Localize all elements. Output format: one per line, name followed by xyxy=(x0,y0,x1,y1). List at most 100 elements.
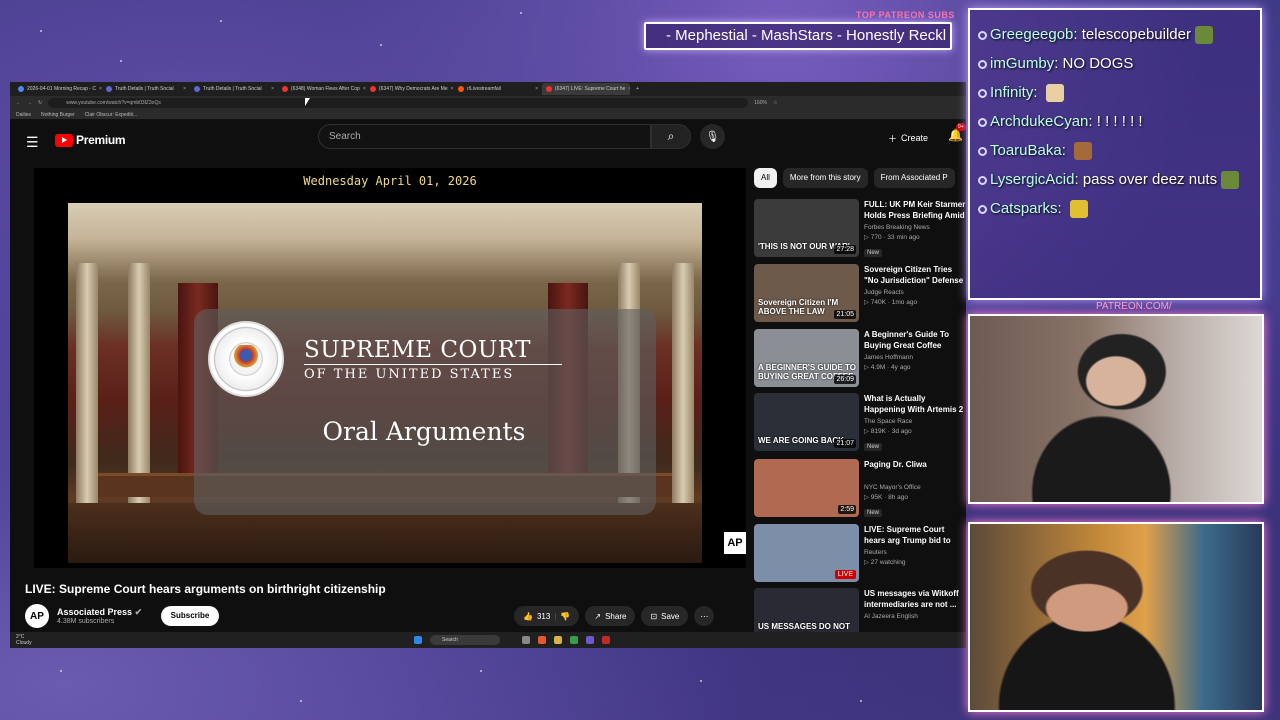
video-thumbnail[interactable]: WE ARE GOING BACK 21:07 xyxy=(754,393,859,451)
filter-chip[interactable]: All xyxy=(754,168,777,188)
recommended-meta: ▷ 770 · 33 min ago xyxy=(864,234,920,241)
filter-chip[interactable]: From Associated P xyxy=(873,168,955,188)
notification-badge: 9+ xyxy=(956,123,966,131)
recommended-video[interactable]: 'THIS IS NOT OUR WAR' 27:28 FULL: UK PM Ke… xyxy=(754,199,966,259)
recommended-title[interactable]: US messages via Witkoff intermediaries a… xyxy=(864,588,966,610)
folder-icon[interactable] xyxy=(554,636,562,644)
recommended-channel[interactable]: NYC Mayor's Office xyxy=(864,484,966,491)
voice-search-button[interactable]: 🎙 xyxy=(700,124,725,149)
windows-start-icon[interactable] xyxy=(414,636,422,644)
thumbs-down-icon[interactable]: 👎 xyxy=(560,612,570,621)
close-tab-icon[interactable]: × xyxy=(183,86,186,92)
verified-icon: ✔ xyxy=(134,607,143,617)
discord-icon[interactable] xyxy=(586,636,594,644)
video-thumbnail[interactable]: 'THIS IS NOT OUR WAR' 27:28 xyxy=(754,199,859,257)
recommended-channel[interactable]: Reuters xyxy=(864,549,966,556)
app-icon[interactable] xyxy=(570,636,578,644)
recommended-title[interactable]: Paging Dr. Cliwa xyxy=(864,459,966,481)
firefox-icon[interactable] xyxy=(538,636,546,644)
video-actions: 👍 313 | 👎 ↗ Share ⊡ Save ⋯ xyxy=(514,606,715,626)
chat-username[interactable]: Catsparks xyxy=(990,200,1058,217)
stream-chat: Greegeegob: telescopebuilder imGumby: NO … xyxy=(968,8,1262,300)
save-button[interactable]: ⊡ Save xyxy=(641,606,689,626)
video-thumbnail[interactable]: 2:59 xyxy=(754,459,859,517)
recommended-title[interactable]: Sovereign Citizen Tries "No Jurisdiction… xyxy=(864,264,966,286)
chat-username[interactable]: LysergicAcid xyxy=(990,171,1074,188)
logo-text: Premium xyxy=(76,133,126,147)
forward-icon[interactable]: → xyxy=(27,100,32,106)
recommended-channel[interactable]: James Hoffmann xyxy=(864,354,966,361)
weather-widget[interactable]: 2°C Cloudy xyxy=(16,634,32,646)
taskview-icon[interactable] xyxy=(522,636,530,644)
chat-username[interactable]: ToaruBaka xyxy=(990,142,1062,159)
taskbar-search[interactable]: Search xyxy=(430,635,500,645)
video-thumbnail[interactable]: A BEGINNER'S GUIDE TO BUYING GREAT COFFE… xyxy=(754,329,859,387)
obs-icon[interactable] xyxy=(602,636,610,644)
chat-username[interactable]: ArchdukeCyan xyxy=(990,113,1088,130)
video-thumbnail[interactable]: Sovereign Citizen I'M ABOVE THE LAW 21:05 xyxy=(754,264,859,322)
menu-icon[interactable]: ☰ xyxy=(26,134,39,151)
browser-tab[interactable]: r/Livestreamfail × xyxy=(454,83,542,95)
filter-chip[interactable]: More from this story xyxy=(782,168,868,188)
search-button[interactable]: ⌕ xyxy=(651,124,691,149)
video-thumbnail[interactable]: LIVE xyxy=(754,524,859,582)
close-tab-icon[interactable]: × xyxy=(271,86,274,92)
subscribe-button[interactable]: Subscribe xyxy=(161,606,219,626)
browser-tab[interactable]: 2026-04-01 Morning Recap - C × xyxy=(14,83,102,95)
duration-badge: 2:59 xyxy=(838,505,856,514)
browser-tab[interactable]: (6347) Why Democrats Are Me × xyxy=(366,83,454,95)
browser-tab[interactable]: (6347) LIVE: Supreme Court he × xyxy=(542,83,630,95)
browser-tab[interactable]: (6348) Woman Flees After Cop × xyxy=(278,83,366,95)
zoom-level[interactable]: 160% xyxy=(754,100,767,106)
recommended-title[interactable]: What is Actually Happening With Artemis … xyxy=(864,393,966,415)
more-actions-button[interactable]: ⋯ xyxy=(694,606,715,626)
recommended-video[interactable]: Sovereign Citizen I'M ABOVE THE LAW 21:05… xyxy=(754,264,964,324)
youtube-logo[interactable]: Premium xyxy=(55,133,126,147)
chat-username[interactable]: imGumby xyxy=(990,55,1054,72)
truth-icon xyxy=(106,86,112,92)
browser-tab[interactable]: Truth Details | Truth Social × xyxy=(190,83,278,95)
channel-name[interactable]: Associated Press ✔ xyxy=(57,607,142,618)
bookmark-dailies[interactable]: Dailies xyxy=(16,112,31,118)
video-player[interactable]: Wednesday April 01, 2026 SUPREME COURT O… xyxy=(34,168,746,568)
new-tab-icon[interactable]: + xyxy=(636,86,639,92)
close-tab-icon[interactable]: × xyxy=(535,86,538,92)
recommended-title[interactable]: LIVE: Supreme Court hears arg Trump bid … xyxy=(864,524,966,546)
bookmark-nothing-burger[interactable]: Nothing Burger xyxy=(41,112,75,118)
bookmark-star-icon[interactable]: ☆ xyxy=(773,100,777,106)
recommended-video[interactable]: A BEGINNER'S GUIDE TO BUYING GREAT COFFE… xyxy=(754,329,964,389)
tab-label: (6347) LIVE: Supreme Court he xyxy=(555,86,626,92)
recommended-channel[interactable]: Forbes Breaking News xyxy=(864,224,966,231)
create-button[interactable]: ＋ Create xyxy=(884,126,932,150)
channel-avatar[interactable]: AP xyxy=(25,604,49,628)
more-icon: ⋯ xyxy=(700,611,709,621)
recommended-meta: ▷ 95K · 8h ago xyxy=(864,494,909,501)
chat-badge-icon xyxy=(978,204,987,214)
close-tab-icon[interactable]: × xyxy=(628,86,630,92)
back-icon[interactable]: ← xyxy=(16,100,21,106)
recommended-channel[interactable]: Al Jazeera English xyxy=(864,613,966,620)
address-bar-row: ← → ↻ www.youtube.com/watch?v=qmb03lZ3oQ… xyxy=(10,96,966,110)
duration-badge: 21:05 xyxy=(834,310,856,319)
browser-tab[interactable]: Truth Details | Truth Social × xyxy=(102,83,190,95)
notifications-button[interactable]: 🔔 9+ xyxy=(948,123,966,142)
chat-text: ! ! ! ! ! ! xyxy=(1096,113,1143,130)
bookmark-clair-obscur[interactable]: Clair Obscur: Expediti... xyxy=(85,112,138,118)
like-button[interactable]: 👍 313 | 👎 xyxy=(514,606,580,626)
recommended-channel[interactable]: The Space Race xyxy=(864,418,966,425)
share-button[interactable]: ↗ Share xyxy=(585,606,636,626)
tab-label: (6347) Why Democrats Are Me xyxy=(379,86,448,92)
slate-caption: Oral Arguments xyxy=(322,417,526,446)
recommended-title[interactable]: FULL: UK PM Keir Starmer Holds Press Bri… xyxy=(864,199,966,221)
recommended-channel[interactable]: Judge Reacts xyxy=(864,289,966,296)
recommended-video[interactable]: WE ARE GOING BACK 21:07 What is Actually H… xyxy=(754,393,964,453)
chat-username[interactable]: Infinity xyxy=(990,84,1033,101)
recommended-title[interactable]: A Beginner's Guide To Buying Great Coffe… xyxy=(864,329,966,351)
url-field[interactable]: www.youtube.com/watch?v=qmb03lZ3oQs xyxy=(48,98,749,108)
recommended-video[interactable]: 2:59 Paging Dr. Cliwa NYC Mayor's Office ▷ … xyxy=(754,459,964,519)
doc-icon xyxy=(18,86,24,92)
search-input[interactable]: Search xyxy=(318,124,651,149)
reload-icon[interactable]: ↻ xyxy=(38,100,42,106)
recommended-video[interactable]: LIVE LIVE: Supreme Court hears arg Trump … xyxy=(754,524,964,584)
chat-username[interactable]: Greegeegob xyxy=(990,26,1073,43)
